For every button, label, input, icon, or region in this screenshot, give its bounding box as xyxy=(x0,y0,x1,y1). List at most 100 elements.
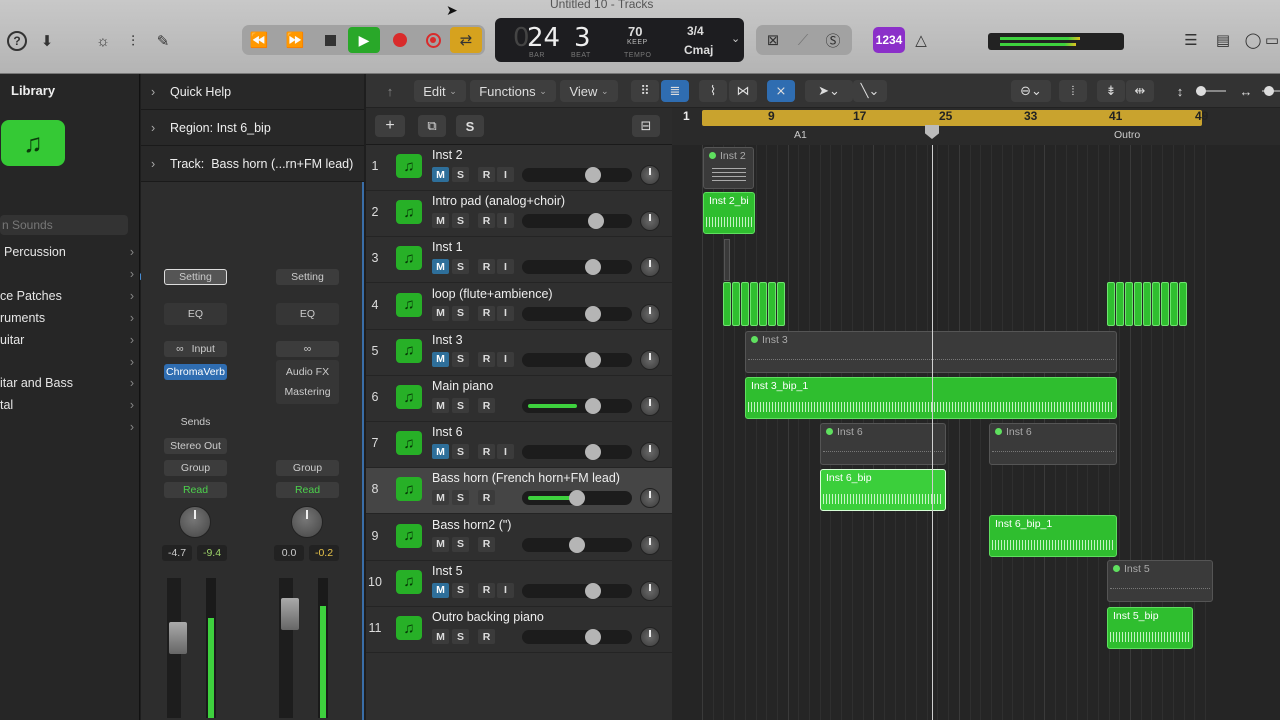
global-solo-button[interactable]: S xyxy=(456,115,484,137)
solo-button[interactable]: S xyxy=(452,536,469,552)
list-editors-button[interactable]: ☰ xyxy=(1176,27,1206,53)
audio-fx-slot[interactable]: Audio FX Mastering xyxy=(276,360,339,404)
pan-knob[interactable] xyxy=(640,627,660,647)
quick-help-section[interactable]: › Quick Help xyxy=(141,74,364,110)
solo-button[interactable]: S xyxy=(452,259,469,275)
software-instrument-icon[interactable]: ♫ xyxy=(396,385,422,409)
solo-button[interactable]: S xyxy=(452,629,469,644)
track-name[interactable]: Main piano xyxy=(432,379,493,393)
region-inst3-bip-1[interactable]: Inst 3_bip_1 xyxy=(745,377,1117,419)
browser-button[interactable]: ▭ xyxy=(1264,27,1280,53)
mute-button[interactable]: M xyxy=(432,167,449,182)
loop-block[interactable] xyxy=(1152,282,1160,326)
pan-knob[interactable] xyxy=(640,257,660,278)
capture-record-button[interactable] xyxy=(418,27,448,53)
record-button[interactable]: R xyxy=(478,259,495,275)
region-inst3[interactable]: Inst 3 xyxy=(745,331,1117,373)
input-monitor-button[interactable]: I xyxy=(497,259,514,275)
mute-button[interactable]: M xyxy=(432,536,449,552)
software-instrument-icon[interactable]: ♫ xyxy=(396,616,422,640)
library-item-percussion[interactable]: Percussion › xyxy=(0,245,140,265)
fader-cap[interactable] xyxy=(585,259,602,276)
horizontal-zoom-slider[interactable] xyxy=(1262,86,1280,96)
input-monitor-button[interactable]: I xyxy=(497,444,514,460)
volume-fader[interactable] xyxy=(522,582,632,599)
library-search-input[interactable]: n Sounds xyxy=(0,215,128,235)
mixer-button[interactable]: ⫶ xyxy=(118,28,148,54)
forward-button[interactable]: ⏩ xyxy=(280,27,310,53)
library-item-guitar[interactable]: uitar › xyxy=(0,333,140,353)
mute-button[interactable]: M xyxy=(432,629,449,644)
volume-fader[interactable] xyxy=(522,167,632,183)
mute-button[interactable]: M xyxy=(432,305,449,321)
software-instrument-icon[interactable]: ♫ xyxy=(396,292,422,317)
volume-fader[interactable] xyxy=(522,536,632,553)
track-name[interactable]: loop (flute+ambience) xyxy=(432,287,553,301)
record-button[interactable]: R xyxy=(478,444,495,460)
loop-block[interactable] xyxy=(1107,282,1115,326)
automation-button[interactable]: ⌇ xyxy=(699,80,727,102)
software-instrument-icon[interactable]: ♫ xyxy=(396,431,422,456)
collapse-button[interactable]: ⊟ xyxy=(632,115,660,137)
software-instrument-icon[interactable]: ♫ xyxy=(396,477,422,502)
setting-button-2[interactable]: Setting xyxy=(276,269,339,285)
loop-block[interactable] xyxy=(1170,282,1178,326)
pan-knob[interactable] xyxy=(640,211,660,232)
volume-fader[interactable] xyxy=(522,490,632,507)
region-inst2-bip[interactable]: Inst 2_bi xyxy=(703,192,755,234)
pan-knob[interactable] xyxy=(640,165,660,185)
playhead-handle[interactable] xyxy=(925,125,939,139)
mute-button[interactable]: M xyxy=(432,582,449,598)
eq-button-2[interactable]: EQ xyxy=(276,303,339,325)
autopunch-button[interactable]: ⟋ xyxy=(788,27,818,53)
volume-fader[interactable] xyxy=(522,444,632,461)
horizontal-fit-button[interactable]: ⇹ xyxy=(1126,80,1154,102)
pan-knob[interactable] xyxy=(640,534,660,555)
chromaverb-plugin[interactable]: ChromaVerb xyxy=(164,364,227,380)
cycle-button[interactable]: ⇄ xyxy=(450,27,482,53)
mute-button[interactable]: M xyxy=(432,259,449,275)
output-button[interactable]: Stereo Out xyxy=(164,438,227,454)
library-item-6[interactable]: › xyxy=(0,355,140,375)
library-item-patches[interactable]: ce Patches › xyxy=(0,289,140,309)
region-inst6-b[interactable]: Inst 6 xyxy=(989,423,1117,465)
mute-button[interactable]: M xyxy=(432,351,449,367)
input-monitor-button[interactable]: I xyxy=(497,582,514,598)
loop-block[interactable] xyxy=(1134,282,1142,326)
snap-button[interactable]: ⊖⌄ xyxy=(1011,80,1051,102)
track-name[interactable]: Inst 6 xyxy=(432,425,463,439)
marker-a1[interactable]: A1 xyxy=(794,129,807,141)
loop-block[interactable] xyxy=(741,282,749,326)
loop-block[interactable] xyxy=(759,282,767,326)
region-inst5[interactable]: Inst 5 xyxy=(1107,560,1213,602)
track-name[interactable]: Inst 3 xyxy=(432,333,463,347)
editors-button[interactable]: ✎ xyxy=(148,28,178,54)
automation-read-button-2[interactable]: Read xyxy=(276,482,339,498)
track-row[interactable]: 2 ♫ Intro pad (analog+choir) M S R I xyxy=(366,191,672,238)
fader-cap[interactable] xyxy=(585,351,602,368)
pan-knob[interactable] xyxy=(640,303,660,324)
track-row[interactable]: 5 ♫ Inst 3 MSRI xyxy=(366,330,672,376)
duplicate-track-button[interactable]: ⧉ xyxy=(418,115,446,137)
input-monitor-button[interactable]: I xyxy=(497,213,514,229)
record-button[interactable]: R xyxy=(478,582,495,598)
record-button[interactable]: R xyxy=(478,490,495,506)
software-instrument-icon[interactable]: ♫ xyxy=(396,569,422,594)
vertical-zoom-button[interactable]: ⇟ xyxy=(1097,80,1125,102)
waveform-zoom-button[interactable]: ⦙ xyxy=(1059,80,1087,102)
pan-knob[interactable] xyxy=(640,442,660,463)
region-inst5-bip[interactable]: Inst 5_bip xyxy=(1107,607,1193,649)
vertical-zoom-slider[interactable] xyxy=(1196,86,1226,96)
track-name[interactable]: Inst 2 xyxy=(432,148,463,162)
loop-block[interactable] xyxy=(723,282,731,326)
fader-cap[interactable] xyxy=(569,490,585,507)
solo-button[interactable]: S xyxy=(452,398,469,413)
track-row[interactable]: 9 ♫ Bass horn2 (") M S R xyxy=(366,515,672,561)
loop-block[interactable] xyxy=(732,282,740,326)
volume-fader[interactable] xyxy=(522,305,632,322)
mute-button[interactable]: M xyxy=(432,444,449,460)
solo-button[interactable]: S xyxy=(452,351,469,367)
back-up-icon[interactable]: ↑ xyxy=(376,80,404,102)
software-instrument-icon[interactable]: ♫ xyxy=(396,200,422,225)
solo-button[interactable]: S xyxy=(452,582,469,598)
